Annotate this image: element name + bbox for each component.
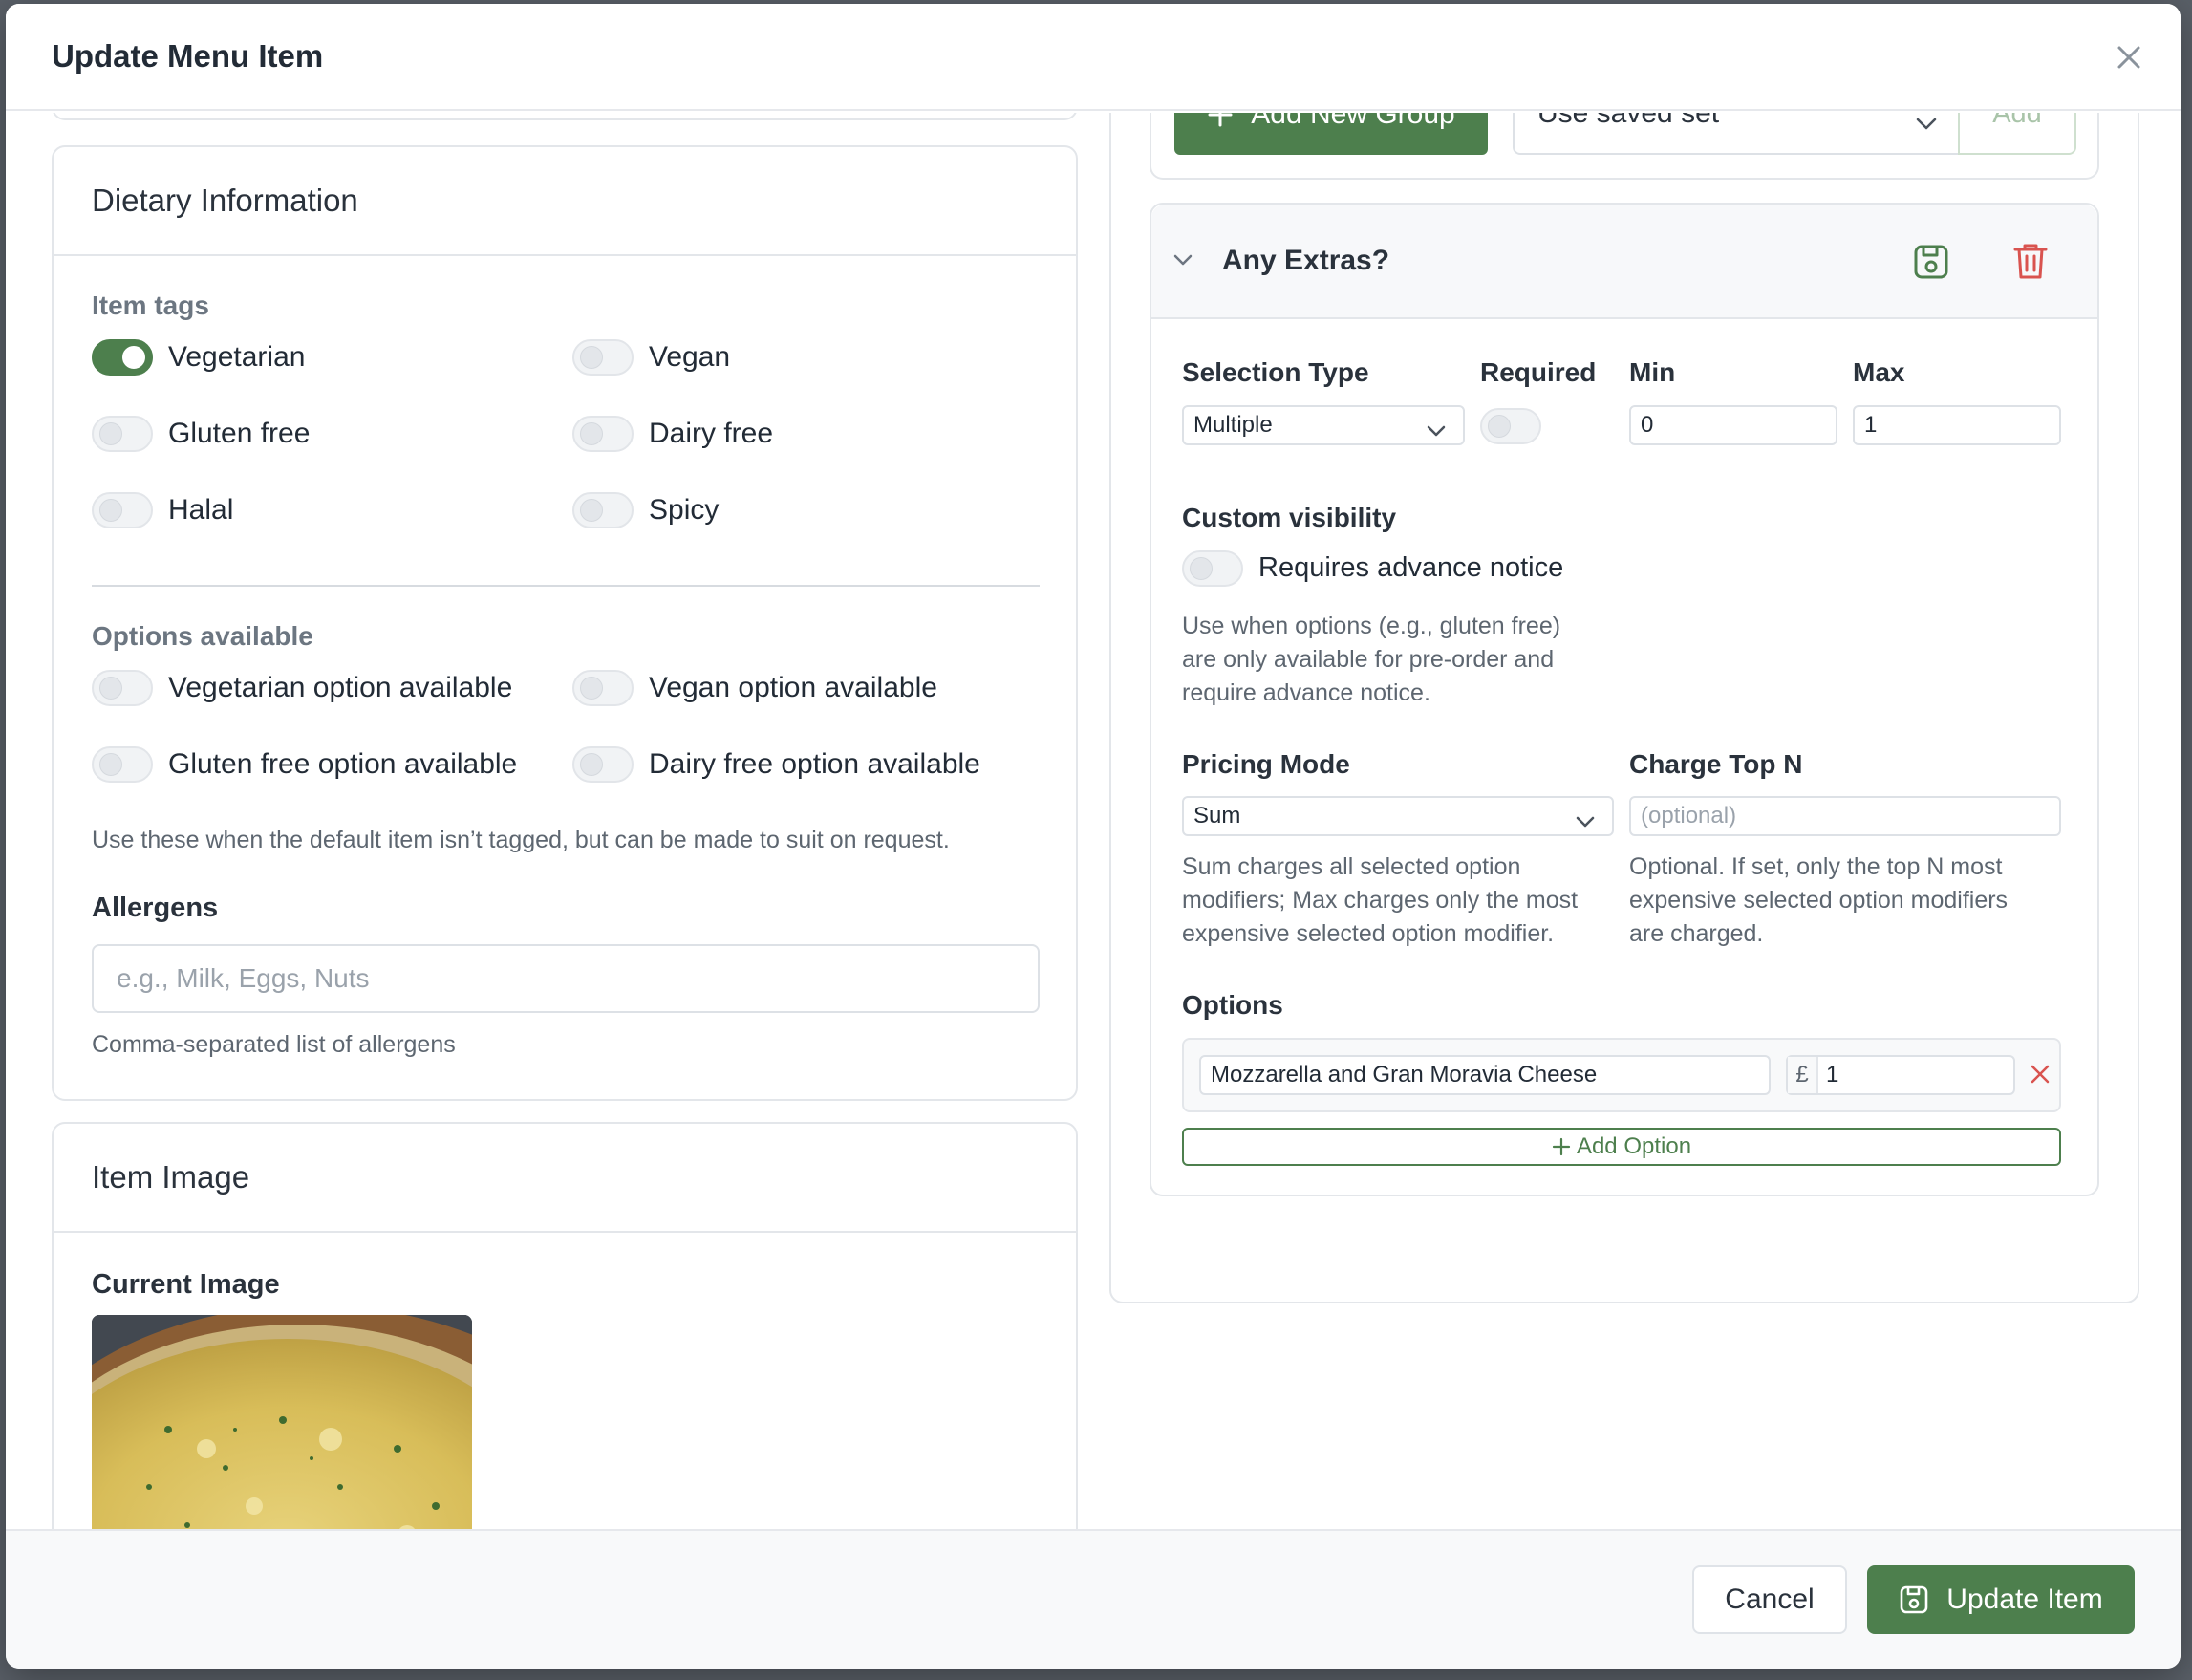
option-row: £ 1 <box>1182 1038 2061 1112</box>
tag-label-gluten-free: Gluten free <box>168 418 311 449</box>
pricing-mode-value: Sum <box>1193 803 1241 829</box>
plus-icon <box>1207 113 1234 128</box>
divider <box>92 585 1040 587</box>
add-new-group-label: Add New Group <box>1251 113 1455 130</box>
item-image-card-title: Item Image <box>92 1159 250 1195</box>
charge-top-n-label: Charge Top N <box>1629 749 1803 779</box>
required-toggle[interactable] <box>1480 408 1541 444</box>
option-label-gluten-free: Gluten free option available <box>168 748 518 780</box>
add-option-label: Add Option <box>1576 1133 1692 1159</box>
toggle-gluten-free[interactable] <box>92 416 153 452</box>
remove-option-icon[interactable] <box>2029 1063 2052 1090</box>
options-help-text: Use these when the default item isn’t ta… <box>92 827 950 853</box>
add-new-group-button[interactable]: Add New Group <box>1174 113 1488 155</box>
dietary-card-header: Dietary Information <box>54 147 1076 256</box>
trash-icon[interactable] <box>2011 241 2050 286</box>
option-label-dairy-free: Dairy free option available <box>649 748 980 780</box>
visibility-help-text: Use when options (e.g., gluten free) are… <box>1182 613 1561 706</box>
toggle-dairy-free[interactable] <box>572 416 634 452</box>
add-group-bar: Add New Group Use saved set Add <box>1150 113 2099 180</box>
charge-top-n-input[interactable] <box>1629 796 2061 836</box>
cancel-button[interactable]: Cancel <box>1692 1565 1847 1634</box>
tag-label-halal: Halal <box>168 494 234 526</box>
toggle-vegan-option[interactable] <box>572 670 634 706</box>
chevron-down-icon[interactable] <box>1172 254 1193 272</box>
update-item-label: Update Item <box>1946 1583 2103 1615</box>
item-image-card: Item Image Current Image <box>52 1122 1078 1533</box>
custom-visibility-label: Custom visibility <box>1182 503 1397 532</box>
advance-notice-toggle[interactable] <box>1182 550 1243 587</box>
max-label: Max <box>1853 357 1905 387</box>
dialog-title: Update Menu Item <box>52 38 324 74</box>
option-label-vegan: Vegan option available <box>649 672 937 703</box>
selection-type-label: Selection Type <box>1182 357 1369 387</box>
allergens-help-text: Comma-separated list of allergens <box>92 1031 456 1058</box>
price-input-group: £ 1 <box>1786 1055 2015 1095</box>
allergens-input[interactable] <box>92 944 1040 1013</box>
allergens-label: Allergens <box>92 893 219 923</box>
dialog-body: Dietary Information Item tags Vegetarian… <box>6 113 2181 1533</box>
dietary-card-title: Dietary Information <box>92 183 358 218</box>
current-image-label: Current Image <box>92 1269 280 1300</box>
add-option-button[interactable]: Add Option <box>1182 1128 2061 1166</box>
tag-label-dairy-free: Dairy free <box>649 418 774 449</box>
extras-group-header[interactable]: Any Extras? <box>1151 205 2097 319</box>
dialog-footer: Cancel Update Item <box>6 1529 2181 1669</box>
toggle-gluten-free-option[interactable] <box>92 746 153 783</box>
toggle-vegetarian-option[interactable] <box>92 670 153 706</box>
selection-type-value: Multiple <box>1193 412 1273 438</box>
option-label-vegetarian: Vegetarian option available <box>168 672 513 703</box>
min-input[interactable] <box>1629 405 1837 445</box>
toggle-halal[interactable] <box>92 492 153 528</box>
chevron-down-icon <box>1576 808 1595 835</box>
update-item-button[interactable]: Update Item <box>1867 1565 2135 1634</box>
close-icon[interactable] <box>2112 40 2146 75</box>
update-menu-item-dialog: Update Menu Item Dietary Information Ite… <box>6 4 2181 1669</box>
option-price-value[interactable]: 1 <box>1818 1062 1838 1088</box>
options-label: Options <box>1182 990 1283 1020</box>
modifier-groups-card: Add New Group Use saved set Add Any Extr… <box>1109 113 2139 1303</box>
option-name-input[interactable] <box>1199 1055 1771 1095</box>
max-input[interactable] <box>1853 405 2061 445</box>
cancel-label: Cancel <box>1725 1583 1815 1615</box>
add-saved-set-button[interactable]: Add <box>1958 113 2076 155</box>
min-label: Min <box>1629 357 1676 387</box>
required-label: Required <box>1480 357 1597 387</box>
current-image <box>92 1315 472 1533</box>
chevron-down-icon <box>1916 113 1937 139</box>
options-available-label: Options available <box>92 621 313 651</box>
saved-set-value: Use saved set <box>1537 113 1720 129</box>
tag-label-spicy: Spicy <box>649 494 720 526</box>
pricing-mode-label: Pricing Mode <box>1182 749 1350 779</box>
currency-symbol: £ <box>1788 1057 1818 1093</box>
advance-notice-label: Requires advance notice <box>1258 552 1564 583</box>
dialog-header: Update Menu Item <box>6 4 2181 111</box>
save-icon <box>1899 1584 1929 1615</box>
toggle-spicy[interactable] <box>572 492 634 528</box>
previous-card <box>52 113 1078 120</box>
add-saved-set-label: Add <box>1992 113 2042 129</box>
dietary-information-card: Dietary Information Item tags Vegetarian… <box>52 145 1078 1101</box>
extras-group-title: Any Extras? <box>1222 245 1390 276</box>
saved-set-select[interactable]: Use saved set <box>1513 113 1960 155</box>
pricing-help-text: Sum charges all selected option modifier… <box>1182 853 1579 947</box>
selection-type-select[interactable]: Multiple <box>1182 405 1465 445</box>
toggle-vegetarian[interactable] <box>92 339 153 376</box>
pricing-mode-select[interactable]: Sum <box>1182 796 1614 836</box>
tag-label-vegan: Vegan <box>649 341 731 373</box>
item-tags-label: Item tags <box>92 291 209 320</box>
toggle-dairy-free-option[interactable] <box>572 746 634 783</box>
chevron-down-icon <box>1427 418 1446 444</box>
charge-top-help-text: Optional. If set, only the top N most ex… <box>1629 853 2009 947</box>
plus-icon <box>1552 1137 1571 1156</box>
item-image-card-header: Item Image <box>54 1124 1076 1233</box>
toggle-vegan[interactable] <box>572 339 634 376</box>
extras-group-card: Any Extras? Selection Type Required Min … <box>1150 203 2099 1196</box>
tag-label-vegetarian: Vegetarian <box>168 341 306 373</box>
save-icon[interactable] <box>1912 243 1950 286</box>
